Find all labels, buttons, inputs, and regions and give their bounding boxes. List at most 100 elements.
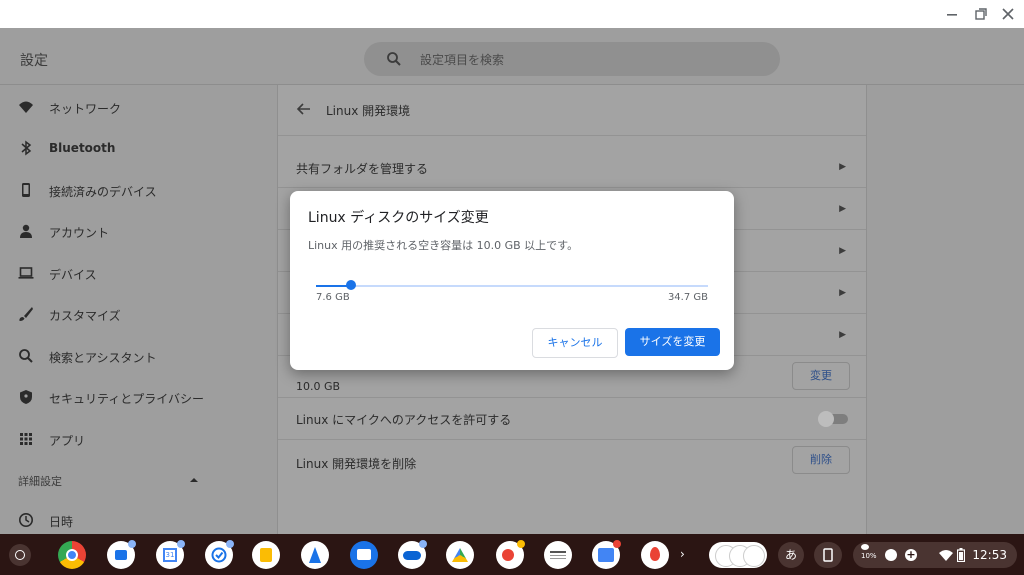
- remove-button[interactable]: 削除: [792, 446, 850, 474]
- back-arrow-icon[interactable]: [296, 101, 312, 117]
- sidebar-item-bluetooth[interactable]: Bluetooth: [0, 128, 276, 168]
- row-remove-linux: Linux 開発環境を削除 削除: [278, 440, 866, 481]
- wifi-icon: [939, 550, 953, 561]
- sidebar-item-label: デバイス: [49, 268, 97, 282]
- minimize-icon[interactable]: [944, 6, 960, 22]
- app-icon-2[interactable]: [252, 541, 280, 569]
- sidebar-item-label: Bluetooth: [49, 141, 116, 155]
- sidebar-item-date-time[interactable]: 日時: [0, 500, 276, 534]
- row-label: Linux 開発環境を削除: [296, 457, 417, 471]
- calendar-app-icon[interactable]: 31: [156, 540, 185, 569]
- disk-size-slider[interactable]: [316, 285, 708, 287]
- resize-disk-dialog: Linux ディスクのサイズ変更 Linux 用の推奨される空き容量は 10.0…: [290, 191, 734, 370]
- row-label: Linux にマイクへのアクセスを許可する: [296, 413, 512, 427]
- sidebar-item-label: アプリ: [49, 434, 86, 448]
- launcher-button[interactable]: [9, 544, 31, 566]
- sidebar-item-network[interactable]: ネットワーク: [0, 87, 276, 127]
- app-icon-4[interactable]: [496, 540, 525, 569]
- app-header: 設定 設定項目を検索: [0, 28, 1024, 85]
- maximize-icon[interactable]: [973, 6, 989, 22]
- slider-thumb[interactable]: [345, 280, 356, 290]
- sidebar-item-device[interactable]: デバイス: [0, 253, 276, 293]
- sidebar-item-personalization[interactable]: カスタマイズ: [0, 294, 276, 334]
- sidebar-item-label: カスタマイズ: [49, 309, 121, 323]
- weather-indicator: 10%: [861, 544, 877, 561]
- add-icon: +: [905, 548, 917, 561]
- sidebar-item-accounts[interactable]: アカウント: [0, 211, 276, 251]
- advanced-section-label: 詳細設定: [18, 475, 62, 488]
- launcher-circle-icon: [15, 550, 25, 560]
- laptop-icon: [18, 267, 34, 279]
- maps-app-icon[interactable]: [641, 541, 669, 569]
- app-icon-3[interactable]: [301, 541, 329, 569]
- close-icon[interactable]: [1000, 6, 1016, 22]
- phone-hub-button[interactable]: [814, 542, 842, 568]
- dots-icon: [885, 549, 897, 561]
- sidebar: ネットワーク Bluetooth 接続済みのデバイス アカウント デバイス カス…: [0, 85, 276, 534]
- search-placeholder: 設定項目を検索: [420, 53, 505, 67]
- search-icon: [387, 52, 401, 66]
- chevron-right-icon: ▶: [839, 330, 846, 340]
- slider-max-label: 34.7 GB: [667, 292, 708, 303]
- sidebar-item-label: 日時: [49, 515, 74, 529]
- sidebar-item-label: セキュリティとプライバシー: [49, 392, 205, 406]
- search-icon: [19, 349, 33, 363]
- subpage-title: Linux 開発環境: [326, 104, 411, 118]
- sidebar-item-label: 接続済みのデバイス: [49, 185, 157, 199]
- sidebar-item-apps[interactable]: アプリ: [0, 419, 276, 459]
- sidebar-item-search-assistant[interactable]: 検索とアシスタント: [0, 336, 276, 376]
- dialog-title: Linux ディスクのサイズ変更: [308, 210, 489, 226]
- apps-grid-icon: [20, 433, 32, 445]
- tasks-app-icon[interactable]: [205, 540, 234, 569]
- chevron-right-icon: ▶: [839, 162, 846, 172]
- advanced-section-toggle[interactable]: 詳細設定: [18, 473, 62, 489]
- window-titlebar: [0, 0, 1024, 28]
- sidebar-item-connected-devices[interactable]: 接続済みのデバイス: [0, 170, 276, 210]
- phone-hub-icon: [823, 548, 833, 562]
- battery-icon: [957, 548, 965, 562]
- brush-icon: [19, 307, 33, 321]
- chevron-right-icon: ▶: [839, 246, 846, 256]
- page-title: 設定: [20, 53, 48, 69]
- change-size-button[interactable]: 変更: [792, 362, 850, 390]
- mic-access-toggle[interactable]: [818, 411, 848, 427]
- onedrive-app-icon[interactable]: [398, 540, 427, 569]
- sidebar-item-security[interactable]: セキュリティとプライバシー: [0, 377, 276, 417]
- slider-min-label: 7.6 GB: [316, 292, 350, 303]
- sidebar-item-label: 検索とアシスタント: [49, 351, 157, 365]
- subpage-header: Linux 開発環境: [278, 85, 866, 136]
- files-app-icon[interactable]: [350, 541, 378, 569]
- wifi-icon: [19, 101, 33, 113]
- row-mic-access: Linux にマイクへのアクセスを許可する: [278, 398, 866, 440]
- row-label: 共有フォルダを管理する: [296, 162, 429, 176]
- bluetooth-icon: [21, 140, 32, 156]
- ime-tray[interactable]: あ: [778, 542, 804, 568]
- disk-size-value: 10.0 GB: [296, 380, 341, 393]
- overflow-chevron-icon[interactable]: ›: [680, 546, 690, 562]
- battery-percent: 10%: [861, 552, 877, 560]
- sidebar-item-label: アカウント: [49, 226, 110, 240]
- chevron-right-icon: ▶: [839, 204, 846, 214]
- app-icon-1[interactable]: [107, 540, 136, 569]
- drive-app-icon[interactable]: [446, 541, 474, 569]
- holding-space-tray[interactable]: [709, 542, 767, 568]
- chevron-up-icon[interactable]: [189, 476, 199, 484]
- shield-icon: [20, 390, 32, 404]
- toggle-knob: [818, 411, 834, 427]
- dialog-description: Linux 用の推奨される空き容量は 10.0 GB 以上です。: [308, 239, 579, 252]
- row-shared-folders[interactable]: 共有フォルダを管理する ▶: [278, 146, 866, 188]
- sidebar-item-label: ネットワーク: [49, 102, 122, 116]
- person-icon: [20, 224, 32, 238]
- clock-icon: [19, 513, 33, 527]
- news-app-icon[interactable]: [544, 541, 572, 569]
- chrome-app-icon[interactable]: [58, 541, 86, 569]
- phone-icon: [22, 183, 30, 197]
- search-input[interactable]: 設定項目を検索: [364, 42, 780, 76]
- chevron-right-icon: ▶: [839, 288, 846, 298]
- status-area[interactable]: 10% + 12:53: [853, 542, 1017, 568]
- weather-icon: [861, 544, 869, 550]
- resize-confirm-button[interactable]: サイズを変更: [625, 328, 720, 356]
- cancel-button[interactable]: キャンセル: [532, 328, 618, 358]
- app-icon-5[interactable]: [592, 540, 621, 569]
- clock-time: 12:53: [972, 548, 1007, 562]
